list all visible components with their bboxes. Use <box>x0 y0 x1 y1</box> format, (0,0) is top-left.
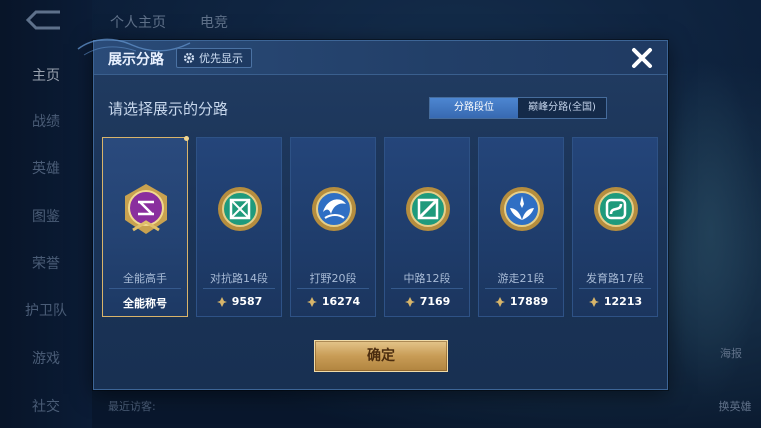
confirm-button[interactable]: 确定 <box>314 340 448 372</box>
gear-icon <box>183 52 195 64</box>
lane-card-clash[interactable]: 对抗路14段 9587 <box>196 137 282 317</box>
lane-card-name: 中路12段 <box>403 272 451 285</box>
selected-corner-marker <box>184 136 189 141</box>
dialog-header: 展示分路 优先显示 <box>77 38 667 75</box>
toggle-lane-rank[interactable]: 分路段位 <box>430 98 518 118</box>
close-icon[interactable] <box>628 44 656 72</box>
lane-card-jungle[interactable]: 打野20段 16274 <box>290 137 376 317</box>
lane-card-value: 17889 <box>479 295 563 308</box>
jungle-emblem-icon <box>312 187 356 231</box>
lane-card-value: 7169 <box>385 295 469 308</box>
rank-score-icon <box>494 296 505 307</box>
lane-card-farm[interactable]: 发育路17段 12213 <box>572 137 658 317</box>
display-lane-dialog: 展示分路 优先显示 请选择展示的分路 分路段位 巅峰分路(全国) 全能高手 全能… <box>77 38 668 390</box>
card-divider <box>297 288 369 289</box>
card-divider <box>579 288 651 289</box>
lane-card-list: 全能高手 全能称号 对抗路14段 9587 打野20段 16274 中路12段 … <box>102 136 660 317</box>
lane-card-value-text: 9587 <box>231 295 263 308</box>
select-lane-prompt: 请选择展示的分路 <box>108 100 229 118</box>
card-divider <box>391 288 463 289</box>
rank-score-icon <box>404 296 415 307</box>
lane-card-roam[interactable]: 游走21段 17889 <box>478 137 564 317</box>
lane-card-value: 9587 <box>197 295 281 308</box>
lane-card-value-text: 12213 <box>603 295 643 308</box>
card-divider <box>203 288 275 289</box>
farm-lane-emblem-icon <box>594 187 638 231</box>
priority-display-label: 优先显示 <box>199 52 243 65</box>
lane-card-value-text: 16274 <box>321 295 361 308</box>
lane-card-value-text: 7169 <box>419 295 451 308</box>
lane-card-value: 全能称号 <box>103 295 187 311</box>
lane-card-mid[interactable]: 中路12段 7169 <box>384 137 470 317</box>
rank-score-icon <box>306 296 317 307</box>
priority-display-button[interactable]: 优先显示 <box>176 48 252 68</box>
clash-lane-emblem-icon <box>218 187 262 231</box>
dialog-title: 展示分路 <box>108 52 164 68</box>
lane-card-name: 游走21段 <box>497 272 545 285</box>
rank-score-icon <box>588 296 599 307</box>
lane-card-value-text: 全能称号 <box>123 297 167 310</box>
rank-score-icon <box>216 296 227 307</box>
toggle-peak-lane-national[interactable]: 巅峰分路(全国) <box>518 98 606 118</box>
mid-lane-emblem-icon <box>406 187 450 231</box>
lane-card-name: 全能高手 <box>123 272 167 285</box>
lane-card-name: 对抗路14段 <box>210 272 268 285</box>
lane-card-value: 12213 <box>573 295 657 308</box>
all-round-emblem-icon <box>125 184 167 234</box>
lane-card-value-text: 17889 <box>509 295 549 308</box>
lane-card-value: 16274 <box>291 295 375 308</box>
lane-card-name: 发育路17段 <box>586 272 644 285</box>
lane-card-name: 打野20段 <box>309 272 357 285</box>
card-divider <box>109 288 181 289</box>
lane-card-all-round[interactable]: 全能高手 全能称号 <box>102 136 189 317</box>
lane-source-toggle: 分路段位 巅峰分路(全国) <box>429 97 607 119</box>
roam-emblem-icon <box>500 187 544 231</box>
card-divider <box>485 288 557 289</box>
